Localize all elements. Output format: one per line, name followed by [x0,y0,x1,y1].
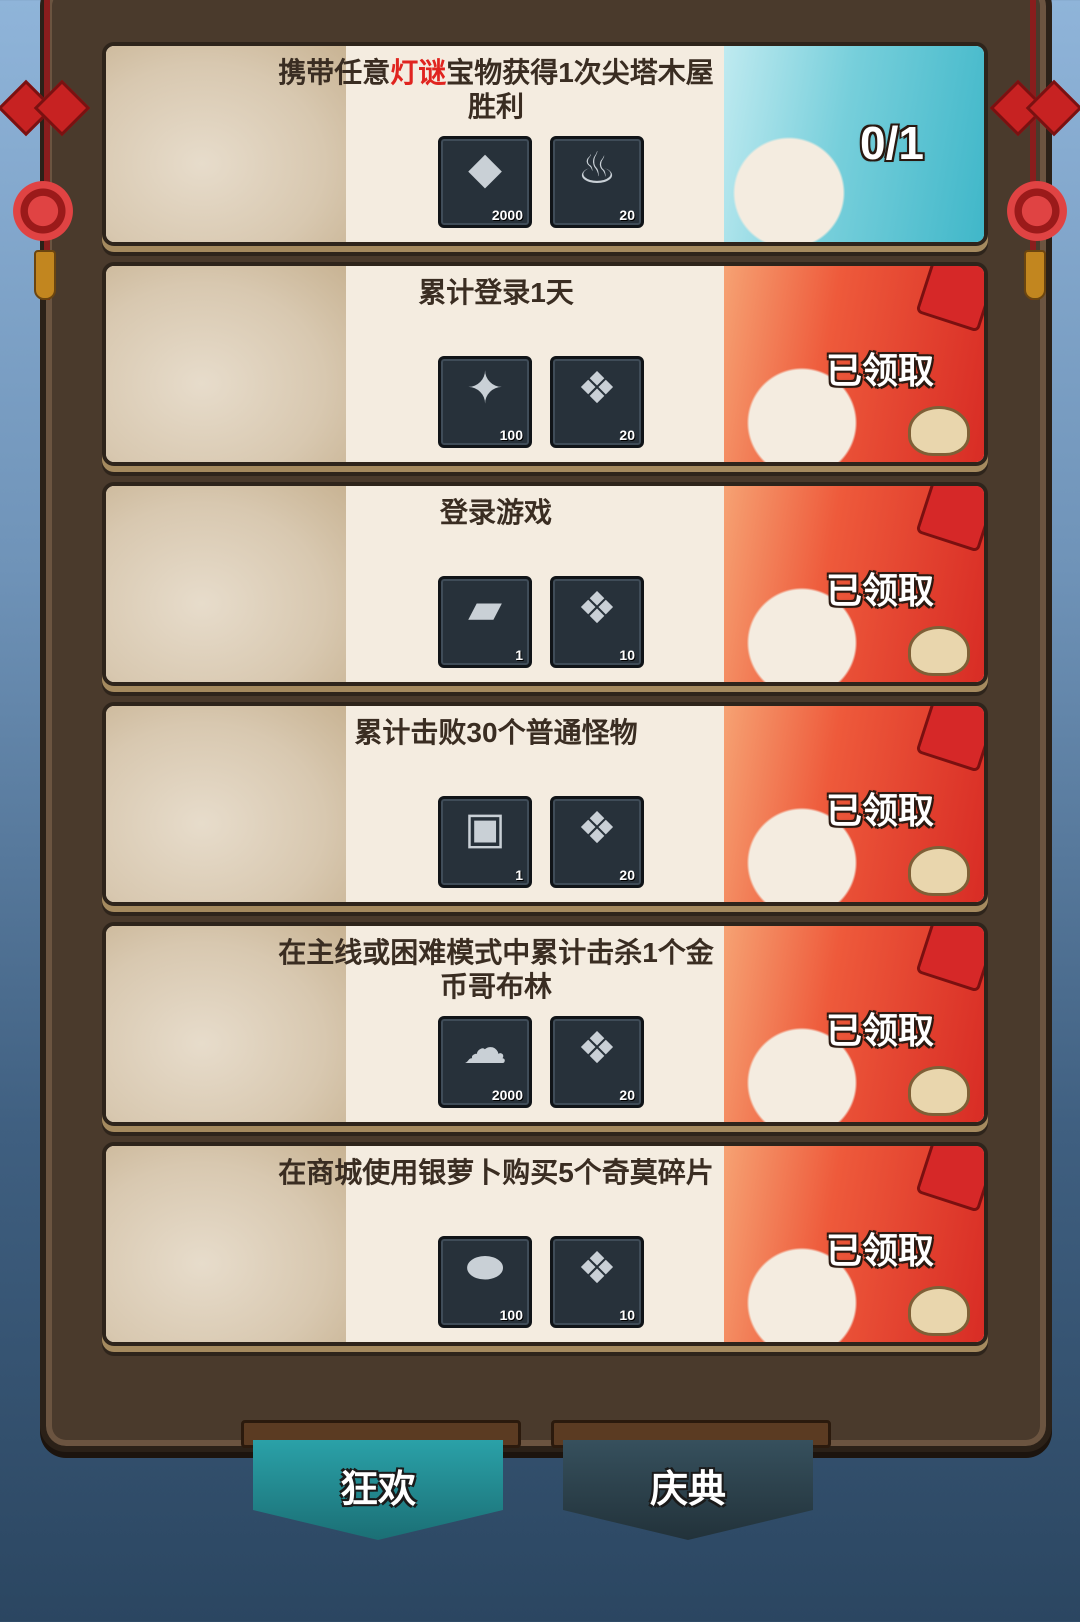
reward-quantity: 100 [499,1307,523,1323]
chinese-knot-icon: ❖ [577,804,617,853]
claimed-label: 已领取 [825,790,934,831]
reward-slot[interactable]: ⬬ 100 [438,1236,532,1328]
task-card[interactable]: 登录游戏 ▰ 1 ❖ 10 已领取 [102,482,988,686]
radish-icon [908,1066,970,1116]
task-title: 累计登录1天 [418,277,574,308]
radish-icon [908,406,970,456]
flame-torch-icon: ♨ [577,144,617,193]
chinese-knot-icon: ❖ [577,1024,617,1073]
red-bow-right-icon [996,80,1076,130]
radish-icon [908,1286,970,1336]
reward-slot[interactable]: ☁ 2000 [438,1016,532,1108]
claimed-label: 已领取 [825,1010,934,1051]
reward-quantity: 2000 [491,207,523,223]
reward-slot[interactable]: ▣ 1 [438,796,532,888]
reward-slot[interactable]: ❖ 10 [550,1236,644,1328]
reward-quantity: 1 [515,867,523,883]
task-card[interactable]: 累计登录1天 ✦ 100 ❖ 20 已领取 [102,262,988,466]
reward-list: ▣ 1 ❖ 20 [438,796,644,888]
reward-slot[interactable]: ♨ 20 [550,136,644,228]
silver-radish-icon: ✦ [466,364,504,413]
reward-quantity: 2000 [491,1087,523,1103]
reward-quantity: 10 [619,1307,635,1323]
reward-quantity: 10 [619,647,635,663]
chinese-knot-icon: ❖ [577,364,617,413]
reward-quantity: 20 [619,867,635,883]
reward-slot[interactable]: ❖ 10 [550,576,644,668]
chinese-knot-icon: ❖ [577,584,617,633]
chinese-knot-icon: ❖ [577,1244,617,1293]
reward-list: ✦ 100 ❖ 20 [438,356,644,448]
reward-list: ⬬ 100 ❖ 10 [438,1236,644,1328]
chinese-knot-left-icon [8,176,78,246]
blue-crystal-icon: ◆ [468,144,502,193]
tassel-left-icon [34,250,56,300]
progress-counter: 0/1 [860,117,924,169]
task-card[interactable]: 累计击败30个普通怪物 ▣ 1 ❖ 20 已领取 [102,702,988,906]
claimed-label: 已领取 [825,350,934,391]
reward-quantity: 20 [619,207,635,223]
task-card[interactable]: 在商城使用银萝卜购买5个奇莫碎片 ⬬ 100 ❖ 10 已领取 [102,1142,988,1346]
chinese-knot-right-icon [1002,176,1072,246]
reward-quantity: 20 [619,427,635,443]
reward-list: ▰ 1 ❖ 10 [438,576,644,668]
reward-quantity: 100 [499,427,523,443]
silver-feather-icon: ☁ [463,1024,507,1073]
radish-icon [908,626,970,676]
silver-bread-icon: ⬬ [466,1243,504,1292]
title-text: 宝物获得1次尖塔木屋胜利 [446,57,714,122]
reward-quantity: 1 [515,647,523,663]
task-title: 登录游戏 [439,497,552,528]
task-title: 在主线或困难模式中累计击杀1个金币哥布林 [278,937,714,1002]
tab-celebration[interactable]: 庆典 [551,1420,831,1550]
tassel-right-icon [1024,250,1046,300]
status-backdrop [724,46,984,242]
tab-carnival[interactable]: 狂欢 [241,1420,521,1550]
highlight-text: 灯谜 [390,57,447,88]
claimed-label: 已领取 [825,570,934,611]
tab-label: 庆典 [649,1469,726,1511]
reward-list: ☁ 2000 ❖ 20 [438,1016,644,1108]
reward-slot[interactable]: ❖ 20 [550,356,644,448]
reward-slot[interactable]: ◆ 2000 [438,136,532,228]
task-title: 累计击败30个普通怪物 [354,717,638,748]
treasure-chest-icon: ▣ [464,804,506,853]
reward-slot[interactable]: ▰ 1 [438,576,532,668]
reward-quantity: 20 [619,1087,635,1103]
reward-slot[interactable]: ✦ 100 [438,356,532,448]
title-text: 携带任意 [278,57,391,88]
claimed-label: 已领取 [825,1230,934,1271]
reward-slot[interactable]: ❖ 20 [550,1016,644,1108]
task-title: 携带任意灯谜宝物获得1次尖塔木屋胜利 [276,56,716,124]
red-bow-left-icon [4,80,84,130]
task-card[interactable]: 在主线或困难模式中累计击杀1个金币哥布林 ☁ 2000 ❖ 20 已领取 [102,922,988,1126]
tab-label: 狂欢 [339,1469,416,1511]
reward-list: ◆ 2000 ♨ 20 [438,136,644,228]
radish-icon [908,846,970,896]
stone-tablet-icon: ▰ [468,584,502,633]
task-title: 在商城使用银萝卜购买5个奇莫碎片 [278,1157,714,1188]
task-card[interactable]: 携带任意灯谜宝物获得1次尖塔木屋胜利 ◆ 2000 ♨ 20 0/1 [102,42,988,246]
reward-slot[interactable]: ❖ 20 [550,796,644,888]
